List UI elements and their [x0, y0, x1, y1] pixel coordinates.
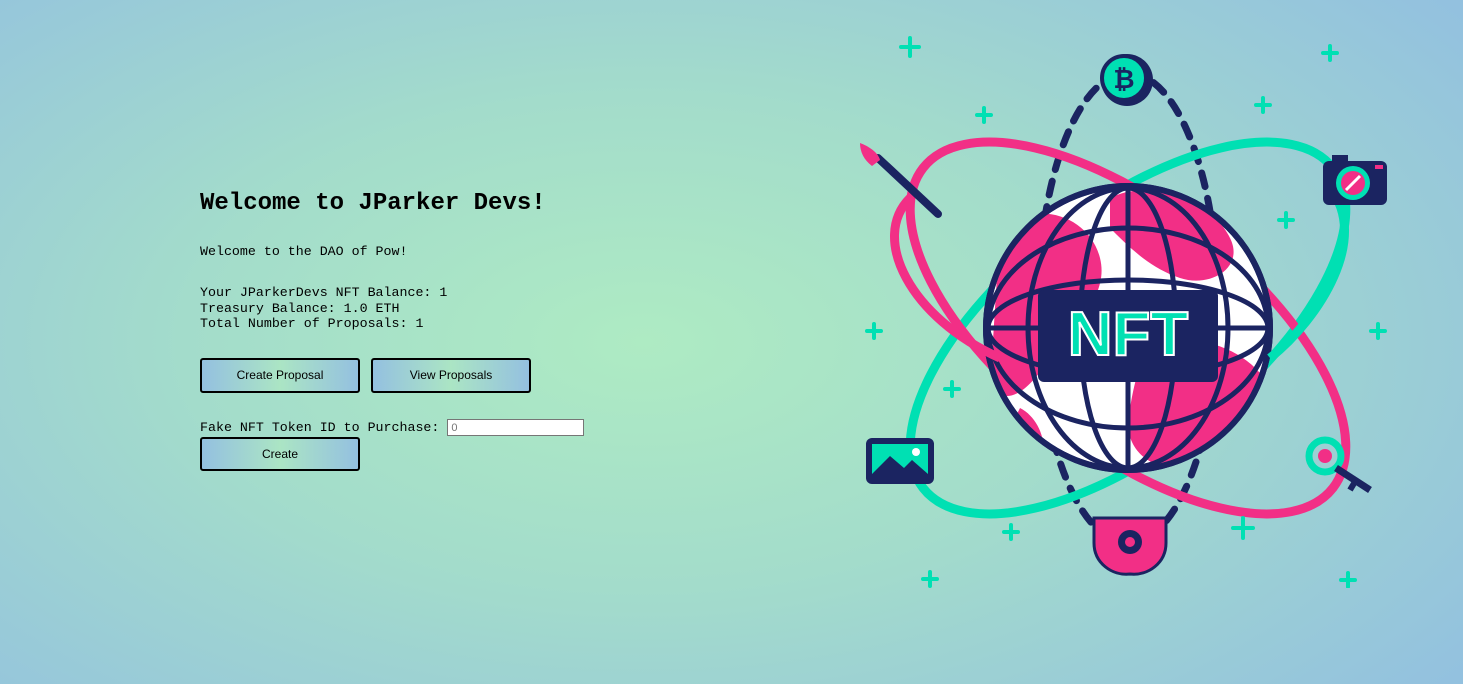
token-id-label: Fake NFT Token ID to Purchase:: [200, 420, 440, 435]
create-proposal-button[interactable]: Create Proposal: [200, 357, 360, 393]
treasury-balance-text: Treasury Balance: 1.0 ETH: [200, 300, 400, 316]
nft-badge: NFT: [1038, 290, 1218, 382]
image-icon: [866, 438, 934, 484]
svg-text:₿: ₿: [1113, 64, 1134, 94]
token-id-input[interactable]: [447, 419, 585, 436]
bitcoin-coin-icon: ₿: [1100, 54, 1153, 106]
page-title: Welcome to JParker Devs!: [200, 190, 546, 217]
purchase-row: Fake NFT Token ID to Purchase:: [200, 419, 760, 437]
paintbrush-icon: [860, 143, 942, 218]
action-buttons: Create Proposal View Proposals: [200, 357, 760, 393]
gear-shield-icon: [1092, 516, 1168, 576]
nft-globe-illustration: NFT ₿: [860, 36, 1387, 588]
view-proposals-button[interactable]: View Proposals: [371, 357, 531, 393]
stats-block: Your JParkerDevs NFT Balance: 1 Treasury…: [200, 285, 760, 332]
teal-orbit-front: [1267, 185, 1350, 362]
main-content: Welcome to JParker Devs! Welcome to the …: [200, 188, 760, 471]
create-wrap: Create: [200, 436, 760, 471]
total-proposals-text: Total Number of Proposals: 1: [200, 316, 424, 331]
nft-badge-text: NFT: [1068, 300, 1189, 369]
nft-balance-text: Your JParkerDevs NFT Balance: 1: [200, 285, 448, 300]
page-subtitle: Welcome to the DAO of Pow!: [200, 244, 408, 259]
create-button[interactable]: Create: [200, 436, 360, 471]
camera-icon: [1323, 155, 1387, 205]
